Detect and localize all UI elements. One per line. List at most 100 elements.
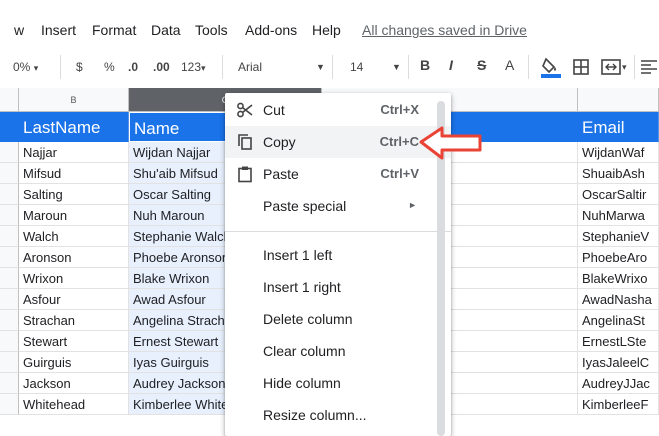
italic-button[interactable]: I <box>449 57 453 73</box>
chevron-down-icon: ▾ <box>33 63 39 73</box>
clipboard-icon <box>238 166 252 183</box>
cell-email[interactable]: AudreyJJac <box>578 373 659 394</box>
merge-cells-icon[interactable] <box>601 58 621 76</box>
scissors-icon <box>237 102 253 118</box>
menu-item-shortcut: Ctrl+X <box>380 102 419 117</box>
header-cell-lastname[interactable]: LastName <box>19 112 129 142</box>
menu-item-hide-column[interactable]: Hide column <box>225 367 451 399</box>
chevron-down-icon[interactable]: ▼ <box>392 62 401 72</box>
cell-email[interactable]: AwadNasha <box>578 289 659 310</box>
menu-item-label: Insert 1 left <box>263 247 333 263</box>
font-size-select[interactable]: 14 <box>350 60 363 74</box>
menu-item-delete-column[interactable]: Delete column <box>225 303 451 335</box>
row-header[interactable] <box>0 373 19 394</box>
menu-item-resize-column[interactable]: Resize column... <box>225 399 451 431</box>
cell-lastname[interactable]: Aronson <box>19 247 129 268</box>
cell-email[interactable]: PhoebeAro <box>578 247 659 268</box>
menu-insert[interactable]: Insert <box>41 22 76 38</box>
menu-item-insert-left[interactable]: Insert 1 left <box>225 239 451 271</box>
cell-email[interactable]: ErnestLSte <box>578 331 659 352</box>
decrease-decimal-button[interactable]: .0 <box>128 60 138 74</box>
strikethrough-button[interactable]: S <box>477 57 486 73</box>
row-header[interactable] <box>0 142 19 163</box>
row-header[interactable] <box>0 331 19 352</box>
menu-tools[interactable]: Tools <box>195 22 228 38</box>
save-status-link[interactable]: All changes saved in Drive <box>362 22 527 38</box>
text-color-button[interactable]: A <box>505 57 514 73</box>
menu-item-label: Paste special <box>263 198 347 214</box>
bold-button[interactable]: B <box>420 57 430 73</box>
cell-email[interactable]: WijdanWaf <box>578 142 659 163</box>
cell-email[interactable]: OscarSaltir <box>578 184 659 205</box>
row-header[interactable] <box>0 205 19 226</box>
menu-item-label: Cut <box>263 102 285 118</box>
cell-lastname[interactable]: Maroun <box>19 205 129 226</box>
toolbar-divider <box>60 55 61 79</box>
cell-lastname[interactable]: Walch <box>19 226 129 247</box>
fill-color-icon[interactable] <box>540 55 562 79</box>
submenu-arrow-icon: ► <box>408 200 417 210</box>
menu-item-cut[interactable]: Cut Ctrl+X <box>225 94 451 126</box>
cell-lastname[interactable]: Strachan <box>19 310 129 331</box>
cell-lastname[interactable]: Najjar <box>19 142 129 163</box>
column-header-b[interactable]: B <box>19 88 129 112</box>
menu-item-label: Insert 1 right <box>263 279 341 295</box>
align-left-icon[interactable] <box>640 59 658 75</box>
row-header[interactable] <box>0 163 19 184</box>
menu-addons[interactable]: Add-ons <box>245 22 297 38</box>
currency-button[interactable]: $ <box>76 60 83 74</box>
cell-email[interactable]: ShuaibAsh <box>578 163 659 184</box>
row-header[interactable] <box>0 310 19 331</box>
menu-item-shortcut: Ctrl+C <box>379 134 419 149</box>
cell-lastname[interactable]: Guirguis <box>19 352 129 373</box>
zoom-select[interactable]: 0% ▾ <box>13 60 38 74</box>
chevron-down-icon[interactable]: ▾ <box>622 62 627 73</box>
cell-lastname[interactable]: Stewart <box>19 331 129 352</box>
row-header[interactable] <box>0 289 19 310</box>
menu-item-clear-column[interactable]: Clear column <box>225 335 451 367</box>
menu-help[interactable]: Help <box>312 22 341 38</box>
row-header[interactable] <box>0 352 19 373</box>
pointer-arrow-icon <box>419 126 482 160</box>
copy-icon <box>238 134 252 150</box>
font-select[interactable]: Arial <box>238 60 262 74</box>
menu-item-label: Delete column <box>263 311 353 327</box>
cell-email[interactable]: NuhMarwa <box>578 205 659 226</box>
cell-email[interactable]: BlakeWrixo <box>578 268 659 289</box>
menu-item-paste-special[interactable]: Paste special ► <box>225 190 451 222</box>
toolbar: 0% ▾ $ % .0 .00 123▾ Arial ▼ 14 ▼ B I S … <box>0 49 659 85</box>
cell-email[interactable]: AngelinaSt <box>578 310 659 331</box>
menu-format[interactable]: Format <box>92 22 136 38</box>
select-all-corner[interactable] <box>0 88 19 112</box>
row-header[interactable] <box>0 268 19 289</box>
percent-button[interactable]: % <box>104 60 115 74</box>
increase-decimal-button[interactable]: .00 <box>153 60 170 74</box>
row-header[interactable] <box>0 184 19 205</box>
borders-icon[interactable] <box>572 58 590 76</box>
cell-lastname[interactable]: Wrixon <box>19 268 129 289</box>
menu-item-label: Hide column <box>263 375 341 391</box>
more-formats-button[interactable]: 123▾ <box>181 60 206 74</box>
row-header[interactable] <box>0 394 19 415</box>
cell-lastname[interactable]: Whitehead <box>19 394 129 415</box>
menu-divider <box>225 231 451 232</box>
cell-lastname[interactable]: Jackson <box>19 373 129 394</box>
cell-lastname[interactable]: Salting <box>19 184 129 205</box>
row-header[interactable] <box>0 226 19 247</box>
menu-data[interactable]: Data <box>151 22 181 38</box>
chevron-down-icon[interactable]: ▼ <box>316 62 325 72</box>
cell-email[interactable]: IyasJaleelC <box>578 352 659 373</box>
menu-view[interactable]: w <box>14 22 24 38</box>
header-cell-email[interactable]: Email <box>578 112 659 142</box>
cell-email[interactable]: StephanieV <box>578 226 659 247</box>
row-header[interactable] <box>0 247 19 268</box>
menu-item-insert-right[interactable]: Insert 1 right <box>225 271 451 303</box>
cell-lastname[interactable]: Asfour <box>19 289 129 310</box>
menu-item-label: Resize column... <box>263 407 367 423</box>
chevron-down-icon: ▾ <box>201 63 206 73</box>
menu-item-label: Copy <box>263 134 296 150</box>
cell-email[interactable]: KimberleeF <box>578 394 659 415</box>
column-header-e[interactable] <box>578 88 659 112</box>
zoom-value: 0% <box>13 60 31 74</box>
cell-lastname[interactable]: Mifsud <box>19 163 129 184</box>
